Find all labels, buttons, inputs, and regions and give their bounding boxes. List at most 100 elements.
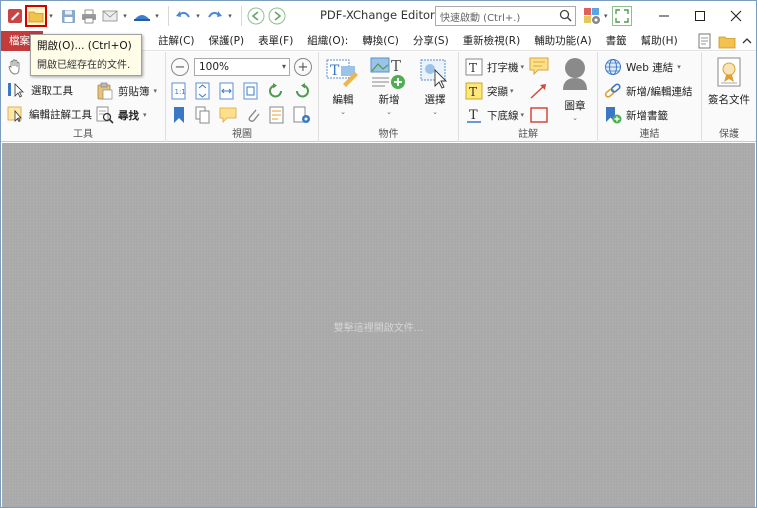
clipboard-label: 剪貼簿	[118, 85, 150, 98]
print-icon[interactable]	[79, 6, 99, 26]
menu-share[interactable]: 分享(S)	[406, 31, 456, 51]
pages-pane-icon[interactable]	[195, 106, 211, 124]
document-settings-icon[interactable]	[694, 31, 716, 51]
quick-launch-placeholder: 快速啟動 (Ctrl+.)	[440, 12, 521, 24]
open-document-hint[interactable]: 雙擊這裡開啟文件...	[2, 319, 755, 334]
comments-pane-icon[interactable]	[219, 106, 237, 124]
add-objects-button[interactable]: T 新增 ⌄	[369, 56, 409, 116]
view-row-2	[171, 106, 311, 124]
sign-document-label: 簽名文件	[708, 94, 750, 106]
web-links-button[interactable]: Web 連結 ▾	[604, 58, 681, 76]
underline-button[interactable]: T 下底線 ▾	[465, 106, 524, 124]
arrow-annotation-button[interactable]	[529, 82, 549, 103]
document-area[interactable]: 雙擊這裡開啟文件...	[2, 143, 755, 507]
svg-text:T: T	[469, 85, 477, 99]
undo-dropdown-icon[interactable]: ▾	[194, 6, 202, 26]
link-icon	[604, 83, 621, 98]
svg-text:T: T	[469, 108, 478, 123]
back-icon[interactable]	[246, 6, 266, 26]
email-dropdown-icon[interactable]: ▾	[121, 6, 129, 26]
globe-icon	[605, 59, 621, 75]
edit-objects-icon: T	[326, 59, 358, 87]
stamp-button[interactable]: 圖章 ⌄	[557, 56, 593, 122]
zoom-in-button[interactable]: +	[294, 58, 312, 76]
underline-label: 下底線	[487, 109, 519, 122]
group-label-links: 連結	[639, 129, 660, 140]
search-icon[interactable]	[559, 9, 572, 25]
rotate-left-icon[interactable]	[267, 82, 285, 100]
group-comment: T 打字機 ▾ T 突顯 ▾ T 下底線 ▾ 圖章 ⌄ 註解	[459, 52, 598, 142]
sticky-note-button[interactable]	[529, 56, 549, 79]
group-label-tools: 工具	[73, 129, 93, 140]
close-button[interactable]	[716, 1, 756, 31]
redo-icon[interactable]	[205, 6, 225, 26]
clipboard-button[interactable]: 剪貼簿 ▾	[96, 82, 157, 100]
menu-review[interactable]: 重新檢視(R)	[456, 31, 528, 51]
add-bookmark-label: 新增書籤	[626, 109, 668, 122]
menu-help[interactable]: 幫助(H)	[634, 31, 685, 51]
menu-form[interactable]: 表單(F)	[251, 31, 300, 51]
typewriter-label: 打字機	[487, 61, 519, 74]
highlight-button[interactable]: T 突顯 ▾	[465, 82, 514, 100]
sign-document-button[interactable]: 簽名文件	[704, 56, 754, 107]
redo-dropdown-icon[interactable]: ▾	[226, 6, 234, 26]
select-tool-button[interactable]: 選取工具	[7, 82, 73, 98]
edit-annotation-icon	[7, 106, 22, 122]
bookmarks-pane-icon[interactable]	[171, 106, 187, 124]
actual-size-icon[interactable]: 1:1	[171, 82, 187, 100]
zoom-dropdown-icon: ▾	[281, 62, 286, 71]
add-objects-label: 新增	[378, 94, 400, 106]
typewriter-button[interactable]: T 打字機 ▾	[465, 58, 524, 76]
attachments-pane-icon[interactable]	[245, 106, 261, 124]
find-label: 尋找	[118, 109, 139, 122]
quick-launch-input[interactable]: 快速啟動 (Ctrl+.)	[435, 6, 576, 26]
clipboard-dropdown-icon: ▾	[153, 87, 158, 95]
fit-width-icon[interactable]	[219, 82, 235, 100]
rotate-right-icon[interactable]	[293, 82, 311, 100]
undo-icon[interactable]	[173, 6, 193, 26]
fit-page-icon[interactable]	[195, 82, 211, 100]
web-links-label: Web 連結	[626, 61, 674, 74]
open-folder-icon[interactable]	[25, 5, 47, 27]
hand-tool-button[interactable]	[7, 58, 23, 76]
minimize-button[interactable]	[644, 1, 684, 31]
save-icon[interactable]	[58, 6, 78, 26]
group-label-view: 視圖	[232, 129, 252, 140]
menu-bookmarks[interactable]: 書籤	[599, 31, 634, 51]
scan-dropdown-icon[interactable]: ▾	[153, 6, 161, 26]
fit-visible-icon[interactable]	[243, 82, 259, 100]
highlight-icon: T	[465, 82, 483, 100]
settings-icon[interactable]	[582, 6, 602, 26]
menu-accessibility[interactable]: 輔助功能(A)	[527, 31, 598, 51]
highlight-dropdown-icon: ▾	[510, 87, 514, 95]
zoom-level-select[interactable]: 100% ▾	[194, 58, 290, 76]
scan-icon[interactable]	[132, 6, 152, 26]
find-button[interactable]: 尋找 ▾	[96, 106, 147, 124]
fullscreen-icon[interactable]	[611, 6, 632, 26]
edit-objects-button[interactable]: T 編輯 ⌄	[325, 56, 361, 116]
edit-annotation-tool-button[interactable]: 編輯註解工具	[7, 106, 92, 122]
menu-protect[interactable]: 保護(P)	[202, 31, 252, 51]
properties-pane-icon[interactable]	[269, 106, 285, 124]
select-objects-button[interactable]: 選擇 ⌄	[417, 56, 453, 116]
add-bookmark-button[interactable]: 新增書籤	[604, 106, 668, 124]
menu-comment[interactable]: 註解(C)	[151, 31, 202, 51]
open-dropdown-icon[interactable]: ▾	[47, 6, 55, 26]
maximize-button[interactable]	[680, 1, 720, 31]
forward-icon[interactable]	[267, 6, 287, 26]
collapse-ribbon-icon[interactable]	[738, 31, 756, 51]
email-icon[interactable]	[100, 6, 120, 26]
menu-right-tools	[694, 31, 756, 51]
stamp-icon	[563, 58, 587, 90]
add-edit-links-button[interactable]: 新增/編輯連結	[604, 82, 693, 100]
app-logo-icon[interactable]	[5, 6, 25, 26]
zoom-out-button[interactable]: −	[171, 58, 189, 76]
view-settings-icon[interactable]	[293, 106, 311, 124]
toolbar-separator	[168, 6, 169, 26]
settings-dropdown-icon[interactable]: ▾	[604, 12, 608, 20]
menu-organize[interactable]: 組織(O):	[300, 31, 355, 51]
group-links: Web 連結 ▾ 新增/編輯連結 新增書籤 連結	[598, 52, 702, 142]
rectangle-annotation-button[interactable]	[529, 106, 549, 127]
open-recent-icon[interactable]	[716, 31, 738, 51]
menu-convert[interactable]: 轉換(C)	[355, 31, 406, 51]
